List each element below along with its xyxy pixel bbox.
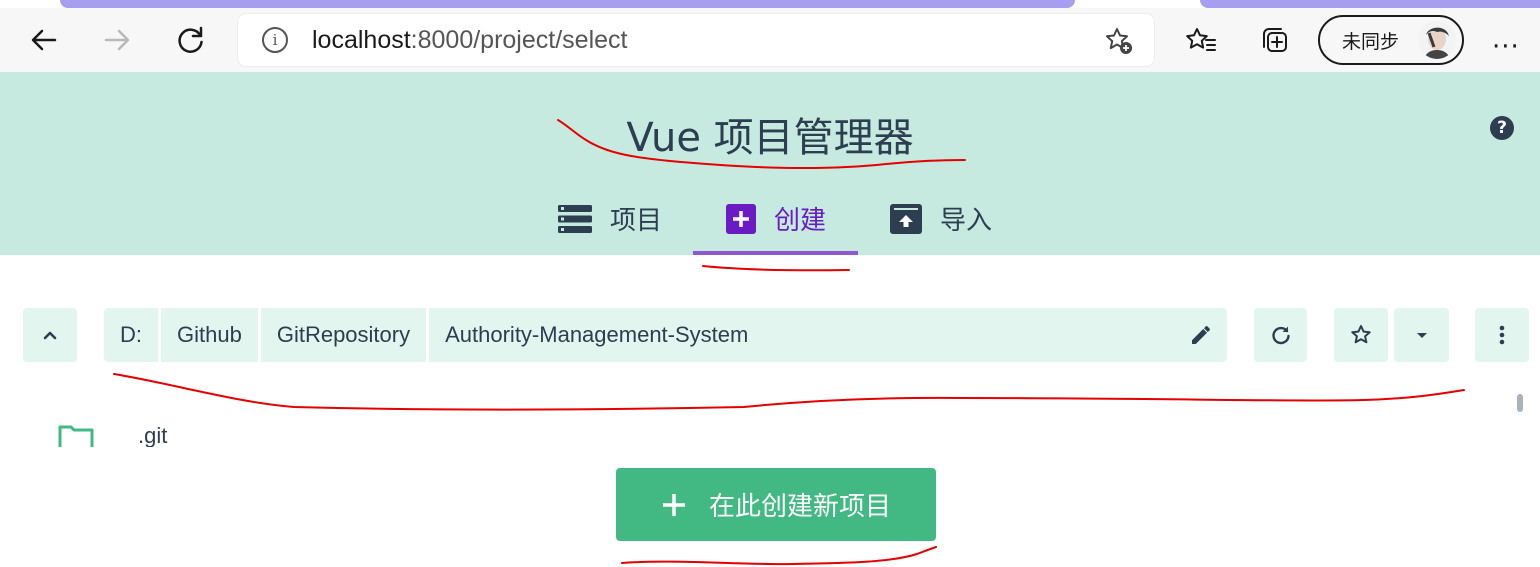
tab-label: 项目 [610, 206, 663, 236]
refresh-folder-button[interactable] [1254, 308, 1307, 362]
back-button[interactable] [22, 18, 66, 62]
breadcrumb-current[interactable]: Authority-Management-System [429, 308, 1227, 362]
reload-button[interactable] [169, 18, 213, 62]
create-project-label: 在此创建新项目 [708, 492, 891, 522]
refresh-icon [178, 26, 203, 53]
chevron-up-icon [43, 331, 57, 340]
more-options-button[interactable]: ··· [1492, 32, 1520, 62]
folder-menu-button[interactable] [1475, 308, 1529, 362]
browser-tab[interactable] [1200, 0, 1540, 8]
tab-create[interactable]: 创建 [693, 182, 858, 255]
annotation-underline-path [113, 373, 1465, 411]
favorites-dropdown-button[interactable] [1394, 308, 1449, 362]
breadcrumb-gitrepository[interactable]: GitRepository [261, 308, 430, 362]
star-plus-icon [1106, 28, 1132, 54]
forward-button[interactable] [95, 18, 139, 62]
main-tabs: 项目 创建 导入 [0, 182, 1540, 255]
collections-button[interactable] [1258, 24, 1292, 58]
refresh-icon [1271, 326, 1290, 345]
vertical-dots-icon [1499, 325, 1505, 345]
breadcrumb: D: Github GitRepository Authority-Manage… [104, 308, 1227, 362]
annotation-underline-create-button [621, 546, 937, 566]
favorites-button[interactable] [1184, 24, 1218, 58]
breadcrumb-github[interactable]: Github [161, 308, 261, 362]
edit-path-button[interactable] [1189, 323, 1213, 351]
tab-projects[interactable]: 项目 [558, 182, 662, 255]
tab-label: 导入 [940, 206, 993, 236]
import-box-icon [890, 203, 922, 234]
caret-down-icon [1416, 333, 1427, 338]
create-project-button[interactable]: 在此创建新项目 [616, 468, 936, 541]
profile-button[interactable]: 未同步 [1318, 15, 1464, 65]
scrollbar-thumb[interactable] [1517, 394, 1523, 412]
plus-icon [661, 492, 687, 518]
annotation-underline-create-tab [702, 265, 850, 272]
folder-icon [58, 425, 94, 447]
list-icon [558, 204, 592, 233]
arrow-right-icon [104, 29, 130, 51]
pencil-icon [1192, 326, 1210, 344]
arrow-left-icon [31, 29, 57, 51]
info-icon[interactable]: i [262, 27, 288, 53]
star-icon [1351, 325, 1371, 344]
add-favorite-button[interactable] [1104, 26, 1134, 60]
list-item[interactable]: .git [0, 415, 1510, 447]
plus-box-icon [726, 203, 756, 234]
breadcrumb-drive[interactable]: D: [104, 308, 161, 362]
app-header: Vue 项目管理器 ? 项目 创建 导入 [0, 72, 1540, 255]
browser-tab-active[interactable] [60, 0, 1075, 8]
page-title: Vue 项目管理器 [626, 115, 914, 161]
tab-import[interactable]: 导入 [890, 182, 992, 255]
favorites-list-icon [1186, 28, 1216, 51]
browser-toolbar: i localhost:8000/project/select 未同步 ··· [0, 8, 1540, 72]
avatar [1418, 21, 1456, 59]
url-text[interactable]: localhost:8000/project/select [312, 26, 627, 55]
favorite-folder-button[interactable] [1334, 308, 1388, 362]
parent-folder-button[interactable] [23, 308, 77, 362]
address-bar[interactable]: i localhost:8000/project/select [238, 14, 1154, 66]
tab-label: 创建 [774, 206, 827, 236]
folder-name: .git [138, 423, 168, 447]
help-icon[interactable]: ? [1490, 116, 1514, 140]
sync-status-label: 未同步 [1342, 30, 1400, 53]
collections-icon [1263, 28, 1287, 52]
